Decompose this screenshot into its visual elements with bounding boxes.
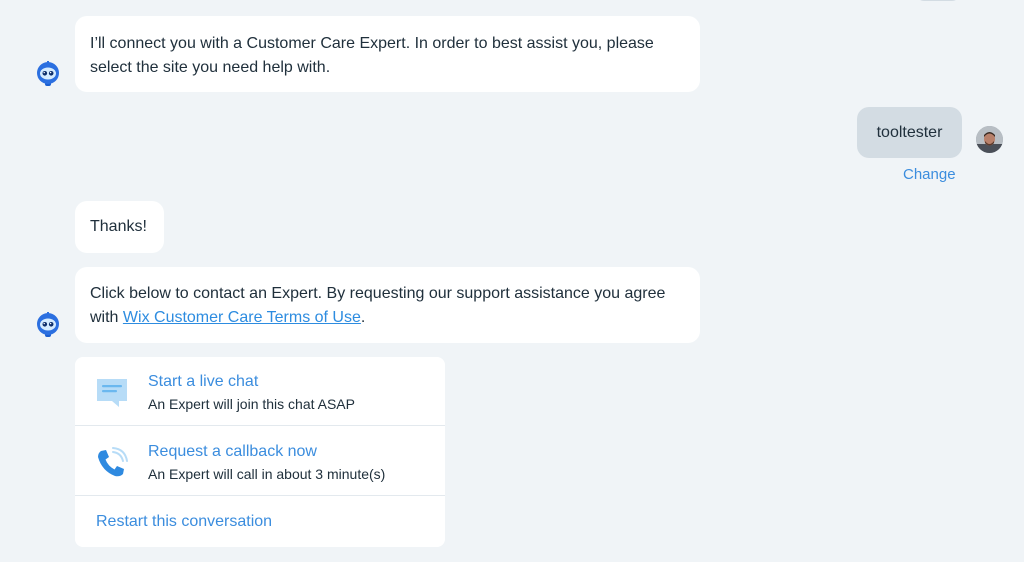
contact-options-card: Start a live chat An Expert will join th… bbox=[75, 357, 445, 547]
chat-bubble-icon bbox=[97, 379, 127, 407]
previous-message-edge bbox=[916, 0, 960, 1]
bot-message-contact: Click below to contact an Expert. By req… bbox=[75, 267, 700, 343]
live-chat-title: Start a live chat bbox=[148, 373, 259, 390]
phone-icon bbox=[98, 447, 128, 477]
user-message: tooltester bbox=[857, 107, 962, 158]
terms-of-use-link[interactable]: Wix Customer Care Terms of Use bbox=[123, 309, 361, 326]
callback-subtitle: An Expert will call in about 3 minute(s) bbox=[148, 466, 386, 482]
callback-title: Request a callback now bbox=[148, 443, 317, 460]
live-chat-subtitle: An Expert will join this chat ASAP bbox=[148, 396, 355, 412]
bot-message-connect: I’ll connect you with a Customer Care Ex… bbox=[75, 16, 700, 92]
user-message-text: tooltester bbox=[876, 124, 943, 141]
restart-conversation-link[interactable]: Restart this conversation bbox=[96, 513, 272, 531]
bot-avatar-icon bbox=[37, 312, 59, 337]
user-photo-icon bbox=[976, 126, 1003, 153]
bot-message-text: I’ll connect you with a Customer Care Ex… bbox=[90, 35, 654, 76]
user-avatar bbox=[976, 126, 1003, 153]
bot-message-thanks: Thanks! bbox=[75, 201, 164, 253]
bot-message-text: Thanks! bbox=[90, 218, 147, 235]
request-callback-option[interactable]: Request a callback now An Expert will ca… bbox=[75, 427, 445, 496]
change-link[interactable]: Change bbox=[903, 166, 956, 183]
start-live-chat-option[interactable]: Start a live chat An Expert will join th… bbox=[75, 357, 445, 426]
bot-avatar-icon bbox=[37, 61, 59, 86]
bot-message-suffix: . bbox=[360, 309, 366, 326]
